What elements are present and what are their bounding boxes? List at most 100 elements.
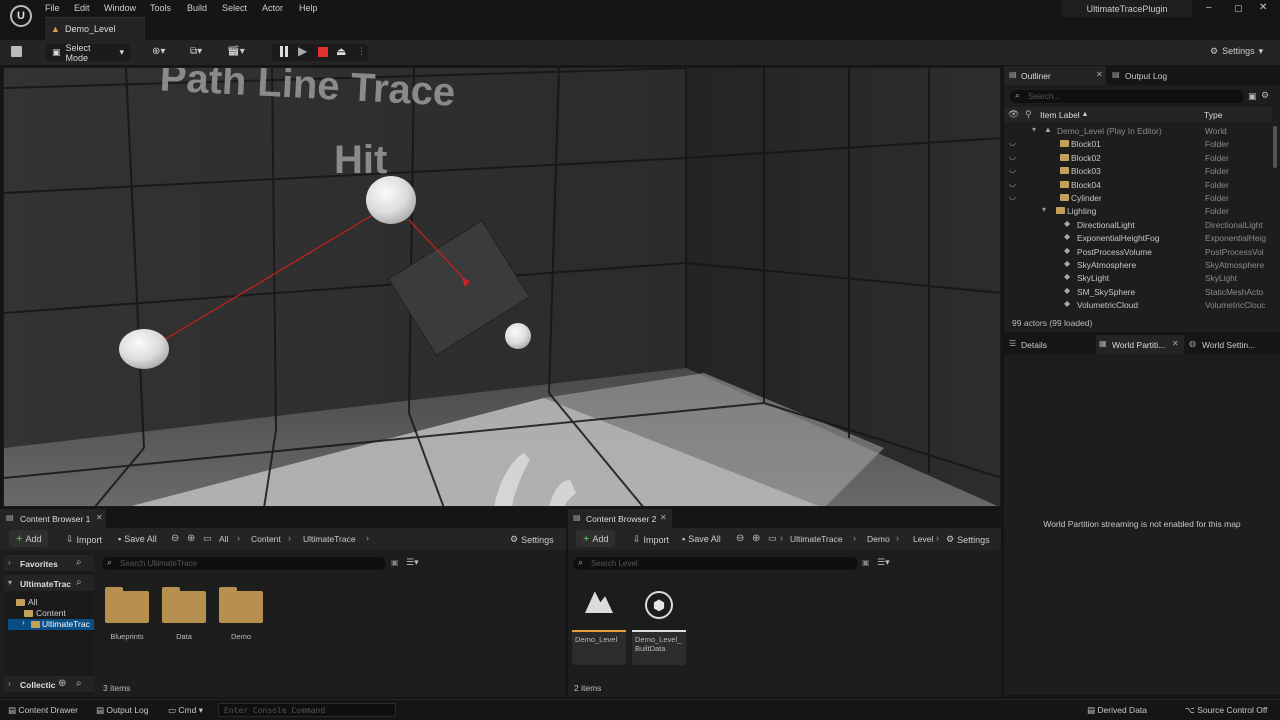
cb1-save-all-button[interactable]: ▪ Save All [118,534,157,544]
visibility-eye-icon[interactable]: ◡ [1009,165,1016,174]
outliner-row[interactable]: ◡ Block03 Folder [1004,164,1269,177]
outliner-row[interactable]: ◡ Block01 Folder [1004,137,1269,150]
close-icon[interactable]: ✕ [1259,2,1267,13]
visibility-eye-icon[interactable]: ◡ [1009,179,1016,188]
cb1-path-content[interactable]: Content [251,534,281,544]
search-icon[interactable]: ⌕ [76,557,82,568]
add-collection-icon[interactable]: ⊕ [58,678,66,689]
unreal-logo-icon[interactable]: U [10,5,32,27]
visibility-eye-icon[interactable]: ◡ [1009,152,1016,161]
outliner-row[interactable]: ◆ DirectionalLight DirectionalLight [1004,218,1269,231]
chevron-down-icon[interactable]: ▾ [1042,205,1046,214]
menu-build[interactable]: Build [187,3,207,13]
pause-icon[interactable] [280,46,283,57]
history-forward-icon[interactable]: ⊕ [752,533,760,544]
outliner-row[interactable]: ◆ SkyLight SkyLight [1004,271,1269,284]
cmd-dropdown[interactable]: ▭ Cmd ▾ [168,705,203,716]
menu-edit[interactable]: Edit [74,3,90,13]
console-input[interactable]: Enter Console Command [218,703,396,717]
save-search-icon[interactable]: ▣ [862,558,870,567]
visibility-eye-icon[interactable]: ◡ [1009,138,1016,147]
menu-actor[interactable]: Actor [262,3,283,13]
output-log-button[interactable]: ▤ Output Log [96,705,148,716]
step-icon[interactable]: ▶︎ [298,44,307,58]
cb2-path-demo[interactable]: Demo [867,534,890,544]
history-forward-icon[interactable]: ⊕ [187,533,195,544]
collections-section[interactable]: › Collectic ⊕ ⌕ [4,676,94,692]
tab-world-partition[interactable]: ▦ World Partiti... ✕ [1096,335,1184,354]
gear-icon[interactable]: ⚙ [1261,90,1269,101]
more-icon[interactable]: ⋮ [357,46,366,57]
outliner-row[interactable]: ◆ ExponentialHeightFog ExponentialHeig [1004,231,1269,244]
chevron-down-icon[interactable]: ▾ [1032,125,1036,134]
outliner-row[interactable]: ◆ SM_SkySphere StaticMeshActo [1004,285,1269,298]
outliner-row[interactable]: ◡ Cylinder Folder [1004,191,1269,204]
menu-file[interactable]: File [45,3,60,13]
column-type[interactable]: Type [1204,110,1222,120]
outliner-row[interactable]: ▲ ▾ Demo_Level (Play In Editor) World [1004,124,1269,137]
filter-icon[interactable]: ☰▾ [406,557,419,568]
tab-content-browser-2[interactable]: ▤ Content Browser 2 ✕ [568,509,672,528]
tab-demo-level[interactable]: ▲ Demo_Level [45,17,145,40]
cb1-settings-button[interactable]: ⚙ Settings [510,534,554,545]
cb2-search-input[interactable]: Search Level [573,557,858,570]
tree-item-ultimatetrace[interactable]: › UltimateTrac [8,618,94,630]
outliner-scrollbar[interactable] [1273,126,1277,168]
folder-blueprints-icon[interactable] [105,587,149,623]
tab-output-log[interactable]: ▤ Output Log [1108,66,1208,85]
cb2-path-level[interactable]: Level [913,534,933,544]
outliner-row[interactable]: ◆ VolumetricCloud VolumetricClouc [1004,298,1269,311]
source-control-button[interactable]: ⌥ Source Control Off [1185,705,1267,716]
tab-content-browser-1[interactable]: ▤ Content Browser 1 ✕ [0,509,106,528]
add-folder-icon[interactable]: ▣ [1248,91,1257,102]
save-icon[interactable] [11,46,22,57]
tree-item-content[interactable]: Content [8,608,94,619]
filter-icon[interactable]: ☰▾ [877,557,890,568]
outliner-row[interactable]: ◆ SkyAtmosphere SkyAtmosphere [1004,258,1269,271]
folder-demo-icon[interactable] [219,587,263,623]
tab-details[interactable]: ☰ Details [1004,335,1094,354]
tab-world-settings[interactable]: ◍ World Settin... [1186,335,1280,354]
derived-data-button[interactable]: ▤ Derived Data [1087,705,1147,716]
history-back-icon[interactable]: ⊖ [736,533,744,544]
save-search-icon[interactable]: ▣ [391,558,399,567]
cb1-path-all[interactable]: All [219,534,228,544]
cb2-add-button[interactable]: + Add [576,530,616,547]
cb2-save-all-button[interactable]: ▪ Save All [682,534,721,544]
tab-outliner[interactable]: ▤ Outliner ✕ [1004,66,1106,85]
cb1-path-ultimatetrace[interactable]: UltimateTrace [303,534,356,544]
select-mode-button[interactable]: ▣ Select Mode ▾ [46,43,130,63]
add-actor-icon[interactable]: ⊕▾ [152,46,165,57]
menu-select[interactable]: Select [222,3,247,13]
menu-help[interactable]: Help [299,3,318,13]
menu-window[interactable]: Window [104,3,136,13]
cb2-path-ultimatetrace[interactable]: UltimateTrace [790,534,843,544]
cb2-settings-button[interactable]: ⚙ Settings [946,534,990,545]
cb1-add-button[interactable]: + Add [9,530,49,547]
maximize-icon[interactable]: ▢ [1234,3,1243,14]
tree-root-section[interactable]: ▾ UltimateTrac ⌕ [4,575,94,591]
cb1-import-button[interactable]: ⇩ Import [66,534,102,545]
folder-data-icon[interactable] [162,587,206,623]
menu-tools[interactable]: Tools [150,3,171,13]
content-drawer-button[interactable]: ▤ Content Drawer [8,705,78,716]
close-tab-icon[interactable]: ✕ [96,513,103,522]
settings-button[interactable]: ⚙ Settings ▾ [1210,46,1263,57]
visibility-eye-icon[interactable]: ◡ [1009,192,1016,201]
close-tab-icon[interactable]: ✕ [660,513,667,522]
cb2-import-button[interactable]: ⇩ Import [633,534,669,545]
eject-icon[interactable]: ⏏ [336,45,346,58]
cinematics-icon[interactable]: 🎬︎▾ [227,46,245,57]
tree-item-all[interactable]: All [8,597,94,608]
search-icon[interactable]: ⌕ [76,577,82,588]
asset-demo-level-builtdata[interactable]: ⬢ Demo_Level_ BuiltData [632,579,686,665]
stop-icon[interactable] [318,47,328,57]
minimize-icon[interactable]: – [1206,2,1212,13]
outliner-search-input[interactable]: Search... [1010,90,1244,103]
column-item-label[interactable]: Item Label [1040,110,1080,120]
level-viewport[interactable]: Path Line Trace Hit [3,67,1001,507]
favorites-section[interactable]: › Favorites ⌕ [4,555,94,571]
blueprint-icon[interactable]: ⧉▾ [190,46,202,57]
outliner-row[interactable]: ◡ Block02 Folder [1004,151,1269,164]
close-tab-icon[interactable]: ✕ [1172,339,1179,348]
